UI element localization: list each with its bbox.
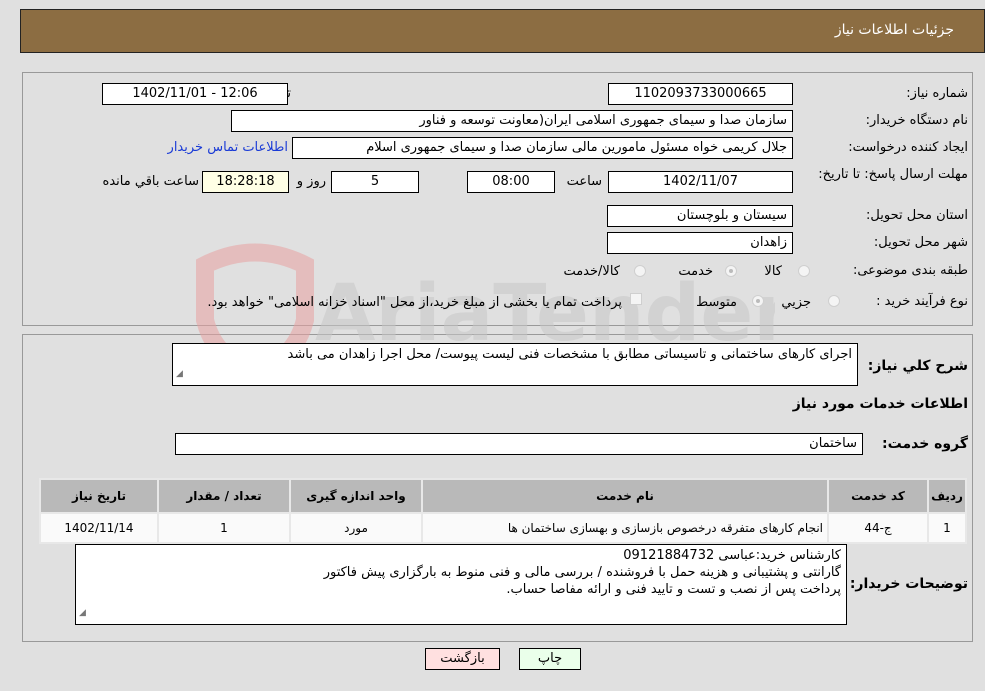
col-unit: واحد اندازه گیری: [289, 478, 423, 514]
remaining-time-label: ساعت باقي مانده: [102, 174, 199, 189]
description-text: اجرای کارهای ساختمانی و تاسیساتی مطابق ب…: [287, 347, 852, 362]
purchase-medium-label: متوسط: [696, 295, 737, 310]
treasury-note: پرداخت تمام یا بخشی از مبلغ خرید،از محل …: [207, 295, 622, 310]
city-field[interactable]: زاهدان: [607, 232, 793, 254]
province-field[interactable]: سیستان و بلوچستان: [607, 205, 793, 227]
days-label: روز و: [296, 174, 326, 189]
need-number-label: شماره نیاز:: [906, 86, 968, 101]
page-header: جزئیات اطلاعات نیاز: [20, 9, 985, 53]
buyer-notes-line: کارشناس خرید:عباسی 09121884732: [623, 548, 841, 563]
cell-quantity: 1: [157, 512, 291, 544]
deadline-time-field[interactable]: 08:00: [467, 171, 555, 193]
remaining-time-field: 18:28:18: [202, 171, 289, 193]
deadline-date-field[interactable]: 1402/11/07: [608, 171, 793, 193]
service-group-field[interactable]: ساختمان: [175, 433, 863, 455]
requester-label: ایجاد کننده درخواست:: [848, 140, 968, 155]
purchase-medium-radio[interactable]: [752, 295, 764, 307]
services-section-title: اطلاعات خدمات مورد نیاز: [792, 396, 968, 412]
page-title: جزئیات اطلاعات نیاز: [834, 22, 954, 38]
buyer-notes-line: گارانتی و پشتیبانی و هزینه حمل با فروشند…: [323, 565, 841, 580]
purchase-small-radio[interactable]: [828, 295, 840, 307]
col-quantity: تعداد / مقدار: [157, 478, 291, 514]
table-row: 1 ج-44 انجام کارهای متفرقه درخصوص بازساز…: [39, 512, 967, 544]
category-goods-label: کالا: [764, 264, 782, 279]
purchase-small-label: جزيي: [781, 295, 811, 310]
remaining-days-field[interactable]: 5: [331, 171, 419, 193]
description-label: شرح کلي نیاز:: [867, 358, 968, 374]
need-number-field[interactable]: 1102093733000665: [608, 83, 793, 105]
city-label: شهر محل تحویل:: [873, 235, 968, 250]
cell-service-name: انجام کارهای متفرقه درخصوص بازسازی و بهس…: [421, 512, 829, 544]
buyer-notes-textarea[interactable]: کارشناس خرید:عباسی 09121884732 گارانتی و…: [75, 544, 847, 625]
deadline-label: مهلت ارسال پاسخ: تا تاریخ:: [818, 167, 968, 182]
category-label: طبقه بندی موضوعی:: [852, 263, 968, 278]
province-label: استان محل تحویل:: [866, 208, 968, 223]
category-service-radio[interactable]: [725, 265, 737, 277]
treasury-checkbox[interactable]: [630, 293, 642, 305]
requester-field[interactable]: جلال کریمی خواه مسئول مامورین مالی سازما…: [292, 137, 793, 159]
description-textarea[interactable]: اجرای کارهای ساختمانی و تاسیساتی مطابق ب…: [172, 343, 858, 386]
cell-service-code: ج-44: [827, 512, 929, 544]
cell-row: 1: [927, 512, 967, 544]
col-row: ردیف: [927, 478, 967, 514]
cell-need-date: 1402/11/14: [39, 512, 159, 544]
col-service-code: کد خدمت: [827, 478, 929, 514]
category-goods-service-radio[interactable]: [634, 265, 646, 277]
buyer-org-label: نام دستگاه خریدار:: [865, 113, 968, 128]
print-button[interactable]: چاپ: [519, 648, 581, 670]
cell-unit: مورد: [289, 512, 423, 544]
purchase-type-label: نوع فرآیند خرید :: [876, 294, 968, 309]
services-table: ردیف کد خدمت نام خدمت واحد اندازه گیری ت…: [39, 478, 967, 544]
buyer-contact-link[interactable]: اطلاعات تماس خریدار: [168, 140, 288, 155]
col-need-date: تاریخ نیاز: [39, 478, 159, 514]
buyer-org-field[interactable]: سازمان صدا و سیمای جمهوری اسلامی ایران(م…: [231, 110, 793, 132]
category-goods-radio[interactable]: [798, 265, 810, 277]
category-goods-service-label: کالا/خدمت: [563, 264, 620, 279]
col-service-name: نام خدمت: [421, 478, 829, 514]
announce-datetime-field[interactable]: 1402/11/01 - 12:06: [102, 83, 288, 105]
buyer-notes-label: توضیحات خریدار:: [849, 576, 968, 592]
table-header-row: ردیف کد خدمت نام خدمت واحد اندازه گیری ت…: [39, 478, 967, 514]
service-group-label: گروه خدمت:: [882, 436, 968, 452]
resize-grip-icon[interactable]: ◢: [176, 366, 183, 383]
deadline-time-label: ساعت: [566, 174, 602, 189]
category-service-label: خدمت: [678, 264, 713, 279]
back-button[interactable]: بازگشت: [425, 648, 500, 670]
resize-grip-icon[interactable]: ◢: [79, 605, 86, 622]
buyer-notes-line: پرداخت پس از نصب و تست و تایید فنی و ارا…: [506, 582, 841, 597]
